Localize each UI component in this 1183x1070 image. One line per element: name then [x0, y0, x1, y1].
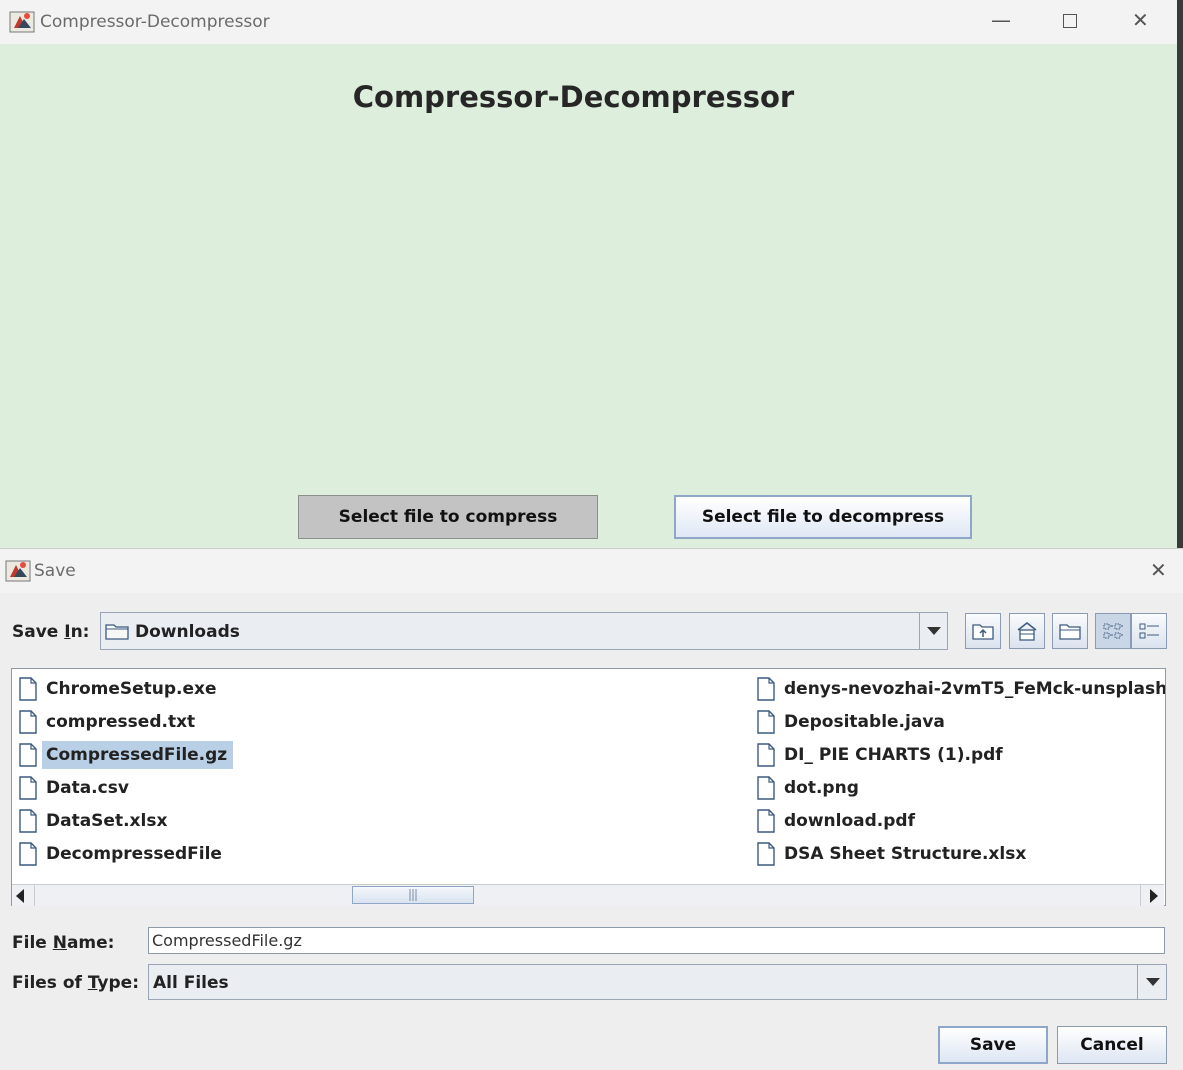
chevron-down-icon[interactable] — [919, 613, 948, 649]
file-name: ChromeSetup.exe — [46, 678, 217, 699]
files-of-type-value: All Files — [153, 973, 229, 993]
file-name: download.pdf — [784, 810, 915, 831]
up-one-level-icon[interactable] — [965, 613, 1001, 649]
file-name: denys-nevozhai-2vmT5_FeMck-unsplash.jpg — [784, 678, 1166, 699]
file-icon — [757, 742, 775, 767]
file-icon — [757, 841, 775, 866]
save-in-value: Downloads — [135, 622, 240, 642]
scroll-divider — [1140, 885, 1141, 906]
list-item[interactable]: compressed.txt — [18, 705, 718, 738]
scroll-left-icon[interactable] — [14, 888, 26, 907]
list-item[interactable]: Data.csv — [18, 771, 718, 804]
file-name: DSA Sheet Structure.xlsx — [784, 843, 1027, 864]
cancel-button[interactable]: Cancel — [1057, 1026, 1167, 1064]
file-column-right: denys-nevozhai-2vmT5_FeMck-unsplash.jpg D… — [756, 672, 1166, 870]
scroll-thumb[interactable] — [352, 886, 474, 904]
new-folder-icon[interactable] — [1052, 613, 1088, 649]
file-name: DataSet.xlsx — [46, 810, 168, 831]
list-item[interactable]: Depositable.java — [756, 705, 1165, 738]
details-view-icon[interactable] — [1131, 613, 1167, 649]
list-item[interactable]: DataSet.xlsx — [18, 804, 718, 837]
java-app-icon — [5, 559, 31, 587]
file-icon — [19, 808, 37, 833]
minimize-icon[interactable]: — — [991, 10, 1011, 30]
file-name: DI_ PIE CHARTS (1).pdf — [784, 744, 1003, 765]
horizontal-scrollbar[interactable] — [12, 884, 1164, 906]
file-icon — [19, 709, 37, 734]
main-window: Compressor-Decompressor — ✕ Compressor-D… — [0, 0, 1177, 560]
list-item[interactable]: ChromeSetup.exe — [18, 672, 718, 705]
file-column-left: ChromeSetup.exe compressed.txt CompressedF… — [18, 672, 718, 870]
scroll-divider — [34, 885, 35, 906]
folder-icon — [105, 622, 129, 644]
file-icon — [19, 775, 37, 800]
file-name: CompressedFile.gz — [42, 740, 234, 769]
home-icon[interactable] — [1009, 613, 1045, 649]
list-item[interactable]: DSA Sheet Structure.xlsx — [756, 837, 1165, 870]
app-heading: Compressor-Decompressor — [352, 80, 795, 114]
scroll-right-icon[interactable] — [1148, 888, 1160, 907]
file-icon — [19, 742, 37, 767]
dialog-close-icon[interactable]: ✕ — [1150, 560, 1167, 580]
files-of-type-combo[interactable]: All Files — [148, 964, 1167, 1000]
list-item[interactable]: denys-nevozhai-2vmT5_FeMck-unsplash.jpg — [756, 672, 1166, 705]
file-icon — [757, 709, 775, 734]
main-title-bar[interactable]: Compressor-Decompressor — ✕ — [0, 0, 1177, 44]
file-name: Depositable.java — [784, 711, 945, 732]
file-name-field[interactable]: CompressedFile.gz — [148, 927, 1165, 954]
file-icon — [19, 676, 37, 701]
list-item[interactable]: DI_ PIE CHARTS (1).pdf — [756, 738, 1165, 771]
file-list[interactable]: ChromeSetup.exe compressed.txt CompressedF… — [11, 668, 1166, 906]
dialog-title: Save — [34, 561, 76, 581]
file-name-label: File Name: — [12, 933, 115, 953]
list-view-icon[interactable] — [1095, 613, 1131, 649]
file-icon — [19, 841, 37, 866]
file-name: DecompressedFile — [46, 843, 222, 864]
main-window-title: Compressor-Decompressor — [40, 12, 270, 32]
list-item[interactable]: DecompressedFile — [18, 837, 718, 870]
file-icon — [757, 808, 775, 833]
file-name: dot.png — [784, 777, 859, 798]
chevron-down-icon[interactable] — [1137, 965, 1167, 999]
file-icon — [757, 676, 775, 701]
background-edge — [1177, 0, 1183, 548]
files-of-type-label: Files of Type: — [12, 973, 140, 993]
close-icon[interactable]: ✕ — [1132, 10, 1149, 30]
maximize-icon[interactable] — [1063, 14, 1077, 28]
save-in-label: Save In: — [12, 622, 90, 642]
file-name: Data.csv — [46, 777, 129, 798]
list-item[interactable]: CompressedFile.gz — [18, 738, 718, 771]
file-name: compressed.txt — [46, 711, 196, 732]
list-item[interactable]: download.pdf — [756, 804, 1165, 837]
select-file-to-compress-button[interactable]: Select file to compress — [298, 495, 598, 539]
list-item[interactable]: dot.png — [756, 771, 1165, 804]
java-app-icon — [9, 10, 35, 38]
select-file-to-decompress-button[interactable]: Select file to decompress — [674, 495, 972, 539]
save-in-combo[interactable]: Downloads — [100, 612, 948, 650]
dialog-title-bar[interactable]: Save ✕ — [0, 549, 1183, 593]
file-icon — [757, 775, 775, 800]
save-button[interactable]: Save — [938, 1026, 1048, 1064]
